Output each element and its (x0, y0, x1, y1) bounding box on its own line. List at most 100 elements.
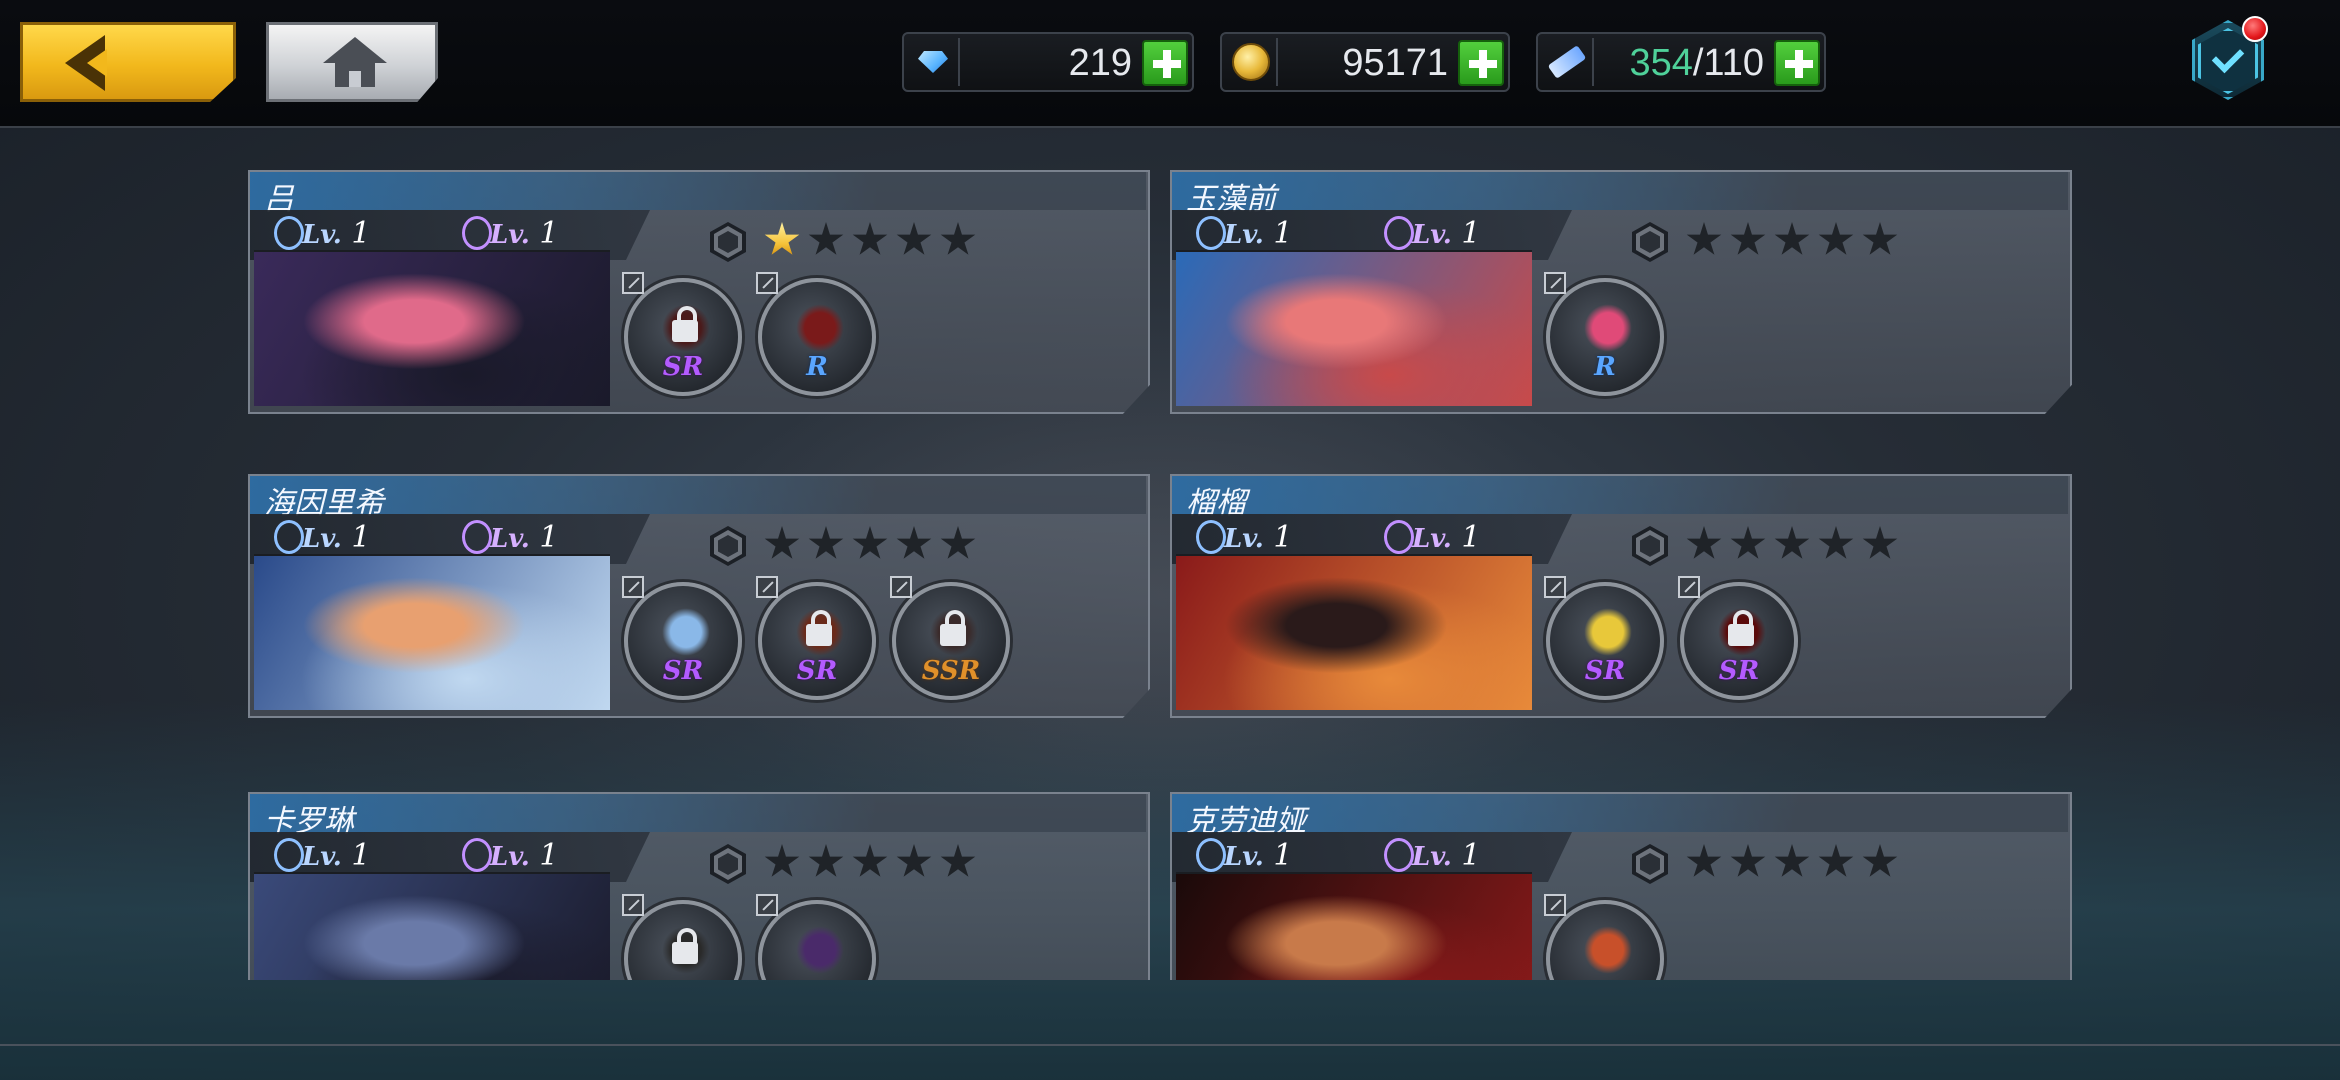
equipment-slot[interactable]: SSR (890, 576, 1010, 700)
hero-portrait[interactable] (1176, 872, 1532, 980)
hero-portrait[interactable] (254, 872, 610, 980)
home-icon (323, 37, 387, 63)
weapon-level-value: 1 (1451, 520, 1481, 555)
equipment-slot[interactable]: SR (1678, 576, 1798, 700)
star-rating (1686, 526, 1898, 566)
star-icon (940, 844, 976, 877)
star-icon (896, 844, 932, 877)
weapon-level: Lv. 1 (1384, 216, 1480, 251)
star-icon (764, 844, 800, 877)
add-gold-button[interactable] (1458, 40, 1504, 86)
hero-level-value: 1 (1263, 216, 1293, 251)
hero-level-icon (274, 838, 304, 872)
hero-card[interactable]: 克劳迪娅 Lv. 1 Lv. 1 (1170, 792, 2072, 980)
equipment-slot[interactable]: SR (1544, 576, 1664, 700)
equipment-icon (796, 926, 844, 974)
edit-icon (622, 894, 644, 916)
resource-gold: 95171 (1220, 32, 1510, 92)
star-icon (1774, 844, 1810, 877)
lock-icon (672, 306, 698, 342)
hero-portrait[interactable] (1176, 554, 1532, 710)
star-icon (852, 526, 888, 559)
hero-name-bar: 玉藻前 (1172, 172, 2068, 217)
hero-card[interactable]: 卡罗琳 Lv. 1 Lv. 1 (248, 792, 1150, 980)
coin-icon (1232, 43, 1270, 81)
weapon-level-value: 1 (529, 216, 559, 251)
star-icon (764, 526, 800, 559)
equipment-slot[interactable]: SR (756, 576, 876, 700)
equipment-slot[interactable]: R (756, 272, 876, 396)
back-button[interactable] (20, 22, 236, 102)
add-diamond-button[interactable] (1142, 40, 1188, 86)
hero-card[interactable]: 海因里希 Lv. 1 Lv. 1 SR SR SSR (248, 474, 1150, 718)
top-bar: 219 95171 354/110 (0, 0, 2340, 128)
edit-icon (756, 894, 778, 916)
hero-card[interactable]: 榴榴 Lv. 1 Lv. 1 SR SR (1170, 474, 2072, 718)
gem-icon (918, 51, 948, 73)
star-icon (1686, 526, 1722, 559)
hero-card[interactable]: 吕 Lv. 1 Lv. 1 SR R (248, 170, 1150, 414)
hero-level-value: 1 (1263, 520, 1293, 555)
edit-icon (622, 576, 644, 598)
star-icon (1818, 526, 1854, 559)
weapon-level-icon (1384, 838, 1414, 872)
hero-level-icon (274, 520, 304, 554)
hero-portrait[interactable] (254, 250, 610, 406)
equipment-slot[interactable]: SR (622, 272, 742, 396)
star-icon (1686, 222, 1722, 255)
hero-name-bar: 卡罗琳 (250, 794, 1146, 839)
star-icon (896, 526, 932, 559)
edit-icon (622, 272, 644, 294)
star-rating (764, 526, 976, 566)
star-icon (1730, 844, 1766, 877)
star-icon (940, 526, 976, 559)
stamina-value: 354/110 (1629, 42, 1764, 84)
star-rating (764, 222, 976, 262)
star-icon (1862, 222, 1898, 255)
notification-dot (2242, 16, 2268, 42)
rarity-label: SR (662, 656, 704, 686)
hero-level-value: 1 (341, 216, 371, 251)
star-rating (1686, 844, 1898, 884)
weapon-level: Lv. 1 (1384, 838, 1480, 873)
hero-list[interactable]: 吕 Lv. 1 Lv. 1 SR R 玉藻前 Lv. 1 Lv. 1 R 海因里希 Lv. 1 Lv.… (240, 170, 2100, 980)
weapon-level: Lv. 1 (1384, 520, 1481, 555)
hero-level-value: 1 (1263, 838, 1293, 873)
hero-card[interactable]: 玉藻前 Lv. 1 Lv. 1R (1170, 170, 2072, 414)
hero-level-value: 1 (341, 520, 371, 555)
star-icon (852, 222, 888, 255)
edit-icon (756, 272, 778, 294)
weapon-level-prefix: Lv. (1412, 524, 1452, 554)
home-button[interactable] (266, 22, 438, 102)
rarity-label: SR (796, 656, 838, 686)
weapon-level: Lv. 1 (462, 838, 558, 873)
hero-name-bar: 榴榴 (1172, 476, 2068, 521)
equipment-slot[interactable]: SR (622, 576, 742, 700)
star-icon (808, 526, 844, 559)
add-stamina-button[interactable] (1774, 40, 1820, 86)
edit-icon (1678, 576, 1700, 598)
weapon-level-prefix: Lv. (490, 220, 530, 250)
hero-name-bar: 克劳迪娅 (1172, 794, 2068, 839)
equipment-icon (1584, 608, 1632, 656)
star-rating (1686, 222, 1898, 262)
mission-button[interactable] (2186, 14, 2270, 100)
edit-icon (1544, 272, 1566, 294)
hero-level: Lv. 1 (1196, 838, 1293, 873)
hero-name-bar: 海因里希 (250, 476, 1146, 521)
weapon-level-prefix: Lv. (490, 524, 530, 554)
rarity-label: SR (1584, 656, 1626, 686)
rarity-label: SR (662, 352, 704, 382)
weapon-level: Lv. 1 (462, 216, 559, 251)
edit-icon (1544, 576, 1566, 598)
lock-icon (940, 610, 966, 646)
weapon-level-prefix: Lv. (490, 842, 530, 872)
hero-level-icon (274, 216, 304, 250)
hero-portrait[interactable] (254, 554, 610, 710)
hero-portrait[interactable] (1176, 250, 1532, 406)
star-icon (1774, 526, 1810, 559)
hero-level: Lv. 1 (1196, 520, 1293, 555)
star-icon (764, 222, 800, 255)
equipment-icon (662, 608, 710, 656)
equipment-slot[interactable]: R (1544, 272, 1664, 396)
